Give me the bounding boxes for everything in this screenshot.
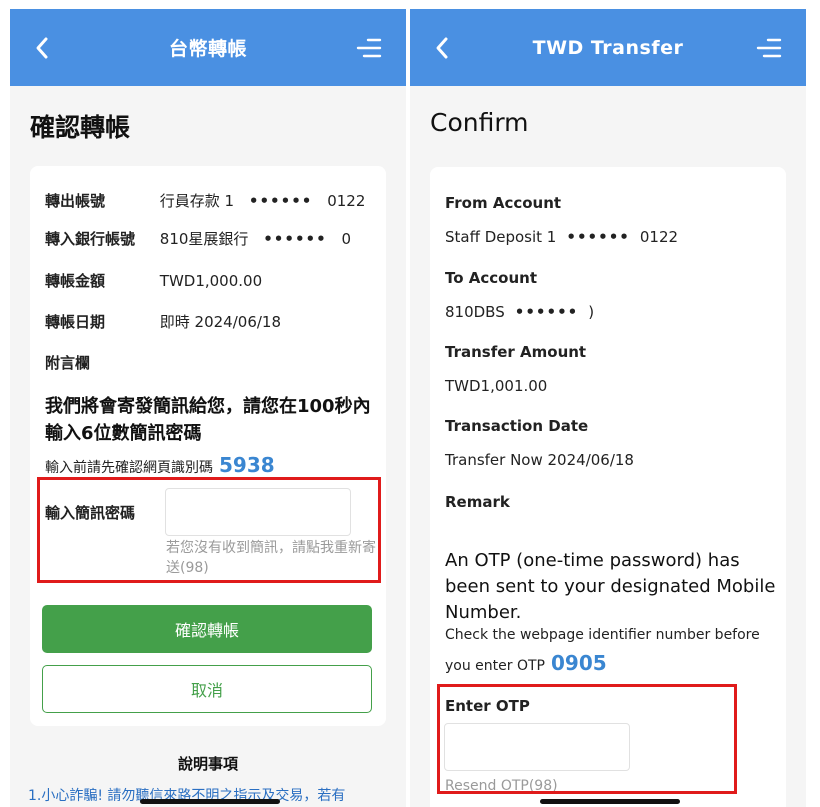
confirm-transfer-button[interactable]: 確認轉帳	[42, 605, 372, 653]
detail-row: 轉出帳號 行員存款 1 •••••• 0122	[45, 190, 365, 211]
field-value: 810DBS ••••••)	[445, 303, 594, 321]
resend-link[interactable]: Resend OTP(98)	[445, 776, 558, 796]
otp-label-text: Enter OTP	[445, 697, 530, 715]
page-title: Confirm	[430, 108, 529, 137]
left-phone-screen: 台幣轉帳 確認轉帳 轉出帳號 行員存款 1 •••••• 0122 轉入銀行帳號…	[10, 9, 406, 807]
field-label-text: From Account	[445, 194, 562, 212]
otp-notice: 我們將會寄發簡訊給您，請您在100秒內輸入6位數簡訊密碼	[45, 396, 371, 444]
row-value-suffix: 0	[341, 230, 352, 248]
field-value-suffix: 0122	[639, 228, 679, 246]
field-value: TWD1,001.00	[445, 377, 548, 395]
row-value: 即時 2024/06/18	[159, 313, 282, 331]
menu-button[interactable]	[752, 9, 786, 86]
back-button[interactable]	[426, 9, 458, 86]
menu-lines-icon	[756, 38, 782, 57]
menu-button[interactable]	[352, 9, 386, 86]
field-label-text: Transfer Amount	[445, 343, 587, 361]
identifier-line: you enter OTP 0905	[445, 651, 607, 675]
header-title: 台幣轉帳	[168, 38, 247, 60]
identifier-code: 0905	[550, 651, 607, 675]
detail-row: 轉帳日期 即時 2024/06/18	[45, 311, 281, 332]
field-label: Transaction Date	[445, 417, 588, 435]
detail-row: 轉入銀行帳號 810星展銀行 •••••• 0	[45, 228, 351, 249]
field-label-text: Remark	[445, 493, 510, 511]
confirm-card: From Account Staff Deposit 1 •••••• 0122 T…	[430, 167, 786, 807]
screenshot-stage: 台幣轉帳 確認轉帳 轉出帳號 行員存款 1 •••••• 0122 轉入銀行帳號…	[0, 0, 820, 807]
masked-digits: ••••••	[504, 303, 589, 321]
field-value: Transfer Now 2024/06/18	[445, 451, 634, 469]
masked-digits: ••••••	[556, 228, 640, 246]
otp-label: Enter OTP	[445, 697, 530, 715]
otp-input[interactable]	[165, 488, 351, 536]
field-label: Remark	[445, 493, 510, 511]
otp-input[interactable]	[444, 723, 630, 771]
identifier-code: 5938	[219, 453, 275, 477]
header-bar: TWD Transfer	[410, 9, 806, 86]
field-value-suffix: )	[588, 303, 595, 321]
notes-title: 說明事項	[177, 755, 238, 773]
field-label: To Account	[445, 269, 537, 287]
field-label: From Account	[445, 194, 561, 212]
identifier-text: 輸入前請先確認網頁識別碼	[45, 460, 213, 476]
identifier-line: 輸入前請先確認網頁識別碼 5938	[45, 453, 275, 477]
field-label-text: Transaction Date	[445, 417, 589, 435]
identifier-text: you enter OTP	[445, 658, 545, 674]
page-title: 確認轉帳	[30, 113, 131, 142]
field-value-text: 810DBS	[445, 303, 505, 321]
field-value: Staff Deposit 1 •••••• 0122	[445, 228, 678, 246]
row-label: 轉帳金額	[45, 272, 106, 290]
menu-lines-icon	[356, 38, 382, 57]
row-label: 轉出帳號	[45, 192, 106, 210]
back-button[interactable]	[26, 9, 58, 86]
cancel-button[interactable]: 取消	[42, 665, 372, 713]
masked-digits: ••••••	[238, 192, 323, 210]
identifier-text: Check the webpage identifier number befo…	[445, 627, 760, 643]
field-label: Transfer Amount	[445, 343, 586, 361]
detail-row: 附言欄	[45, 352, 155, 373]
row-value-suffix: 0122	[327, 192, 366, 210]
home-indicator	[140, 799, 280, 804]
row-label: 轉入銀行帳號	[45, 230, 136, 248]
row-label: 轉帳日期	[45, 313, 106, 331]
header-bar: 台幣轉帳	[10, 9, 406, 86]
right-phone-screen: TWD Transfer Confirm From Account Staff …	[410, 9, 806, 807]
field-value-text: Staff Deposit 1	[445, 228, 557, 246]
detail-row: 轉帳金額 TWD1,000.00	[45, 270, 262, 291]
row-value: TWD1,000.00	[159, 272, 263, 290]
header-title: TWD Transfer	[532, 36, 684, 59]
otp-label: 輸入簡訊密碼	[45, 504, 136, 522]
otp-notice: An OTP (one-time password) has been sent…	[445, 550, 776, 623]
home-indicator	[540, 799, 680, 804]
masked-digits: ••••••	[253, 230, 337, 248]
otp-row: 輸入簡訊密碼	[45, 502, 155, 523]
resend-link[interactable]: 若您沒有收到簡訊，請點我重新寄送(98)	[166, 538, 380, 578]
row-label: 附言欄	[45, 354, 91, 372]
chevron-left-icon	[436, 37, 448, 58]
chevron-left-icon	[36, 37, 48, 58]
row-value: 810星展銀行	[159, 230, 249, 248]
row-value: 行員存款 1	[159, 192, 235, 210]
field-label-text: To Account	[445, 269, 537, 287]
